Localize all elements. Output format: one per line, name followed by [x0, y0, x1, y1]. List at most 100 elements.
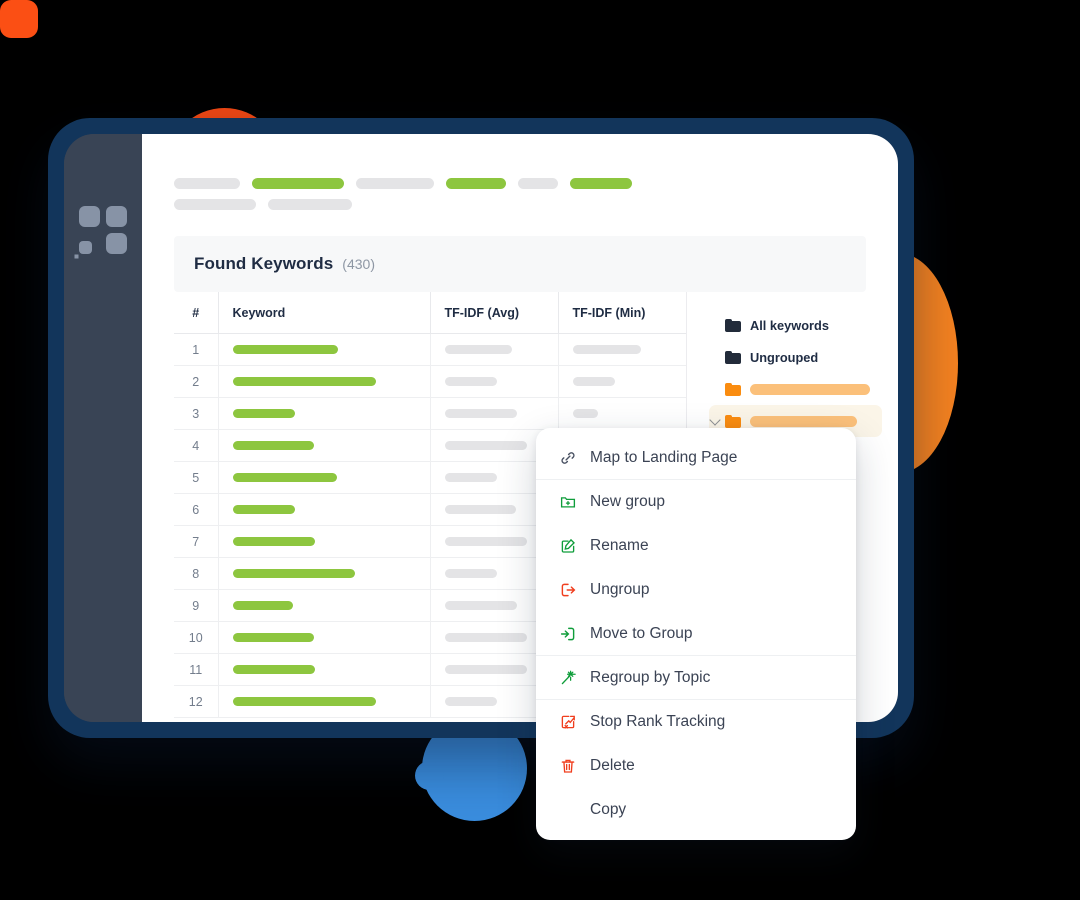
magic-wand-icon — [558, 668, 577, 687]
tfidf-min-cell — [557, 365, 686, 398]
column-header-keyword[interactable]: Keyword — [217, 292, 430, 334]
chart-x-icon — [558, 713, 577, 732]
menu-item-rename[interactable]: Rename — [536, 524, 856, 568]
tfidf-avg-placeholder-bar — [444, 633, 527, 642]
table-row[interactable]: 3 — [174, 397, 686, 430]
tree-item-label: Ungrouped — [750, 349, 819, 365]
menu-item-stop-rank-tracking[interactable]: Stop Rank Tracking — [536, 700, 856, 744]
placeholder-pill — [252, 178, 344, 189]
grid-square-1 — [79, 206, 100, 227]
keyword-placeholder-bar — [232, 409, 295, 418]
tfidf-avg-placeholder-bar — [444, 537, 527, 546]
keyword-placeholder-bar — [232, 505, 295, 514]
tree-item-placeholder-bar — [750, 415, 857, 427]
keyword-placeholder-bar — [232, 569, 355, 578]
tfidf-min-cell — [557, 333, 686, 366]
placeholder-pill — [356, 178, 434, 189]
tree-item-placeholder-bar — [750, 383, 870, 395]
row-number: 6 — [174, 493, 218, 526]
menu-item-label: Map to Landing Page — [590, 448, 738, 466]
menu-item-label: Copy — [590, 801, 627, 818]
keyword-cell[interactable] — [217, 365, 430, 398]
grid-squares-icon[interactable] — [79, 206, 127, 254]
page-title: Found Keywords — [194, 254, 334, 273]
menu-item-label: Regroup by Topic — [590, 668, 711, 686]
toolbar-placeholder-row-2 — [174, 199, 898, 210]
folder-icon — [725, 382, 741, 396]
folder-plus-icon — [558, 493, 577, 512]
keyword-cell[interactable] — [217, 525, 430, 558]
tree-item-ungrouped[interactable]: Ungrouped — [709, 341, 882, 373]
tfidf-avg-placeholder-bar — [444, 601, 517, 610]
placeholder-pill — [570, 178, 632, 189]
table-row[interactable]: 1 — [174, 333, 686, 366]
menu-item-move-to-group[interactable]: Move to Group — [536, 612, 856, 656]
keyword-placeholder-bar — [232, 697, 376, 706]
column-header-number[interactable]: # — [174, 292, 218, 334]
keyword-cell[interactable] — [217, 621, 430, 654]
row-number: 5 — [174, 461, 218, 494]
column-header-tfidf-min[interactable]: TF-IDF (Min) — [557, 292, 686, 334]
menu-item-copy[interactable]: Copy — [536, 788, 856, 832]
blue-circle-small-decoration — [415, 761, 444, 790]
tree-item-group[interactable] — [709, 373, 882, 405]
menu-item-ungroup[interactable]: Ungroup — [536, 568, 856, 612]
keyword-cell[interactable] — [217, 557, 430, 590]
folder-icon — [725, 414, 741, 428]
keyword-cell[interactable] — [217, 429, 430, 462]
card-header: Found Keywords (430) — [174, 236, 866, 292]
tfidf-avg-placeholder-bar — [444, 409, 517, 418]
pencil-square-icon — [558, 537, 577, 556]
menu-item-new-group[interactable]: New group — [536, 480, 856, 524]
keyword-placeholder-bar — [232, 473, 337, 482]
keyword-cell[interactable] — [217, 397, 430, 430]
keyword-cell[interactable] — [217, 461, 430, 494]
menu-item-map-to-landing-page[interactable]: Map to Landing Page — [536, 436, 856, 480]
tfidf-avg-cell — [429, 397, 558, 430]
keyword-cell[interactable] — [217, 333, 430, 366]
tfidf-avg-placeholder-bar — [444, 441, 527, 450]
keyword-placeholder-bar — [232, 601, 293, 610]
keyword-placeholder-bar — [232, 633, 314, 642]
tfidf-avg-placeholder-bar — [444, 569, 497, 578]
column-header-tfidf-avg[interactable]: TF-IDF (Avg) — [429, 292, 558, 334]
keyword-placeholder-bar — [232, 377, 376, 386]
table-row[interactable]: 2 — [174, 365, 686, 398]
table-head: # Keyword TF-IDF (Avg) TF-IDF (Min) — [174, 292, 686, 334]
menu-item-regroup-by-topic[interactable]: Regroup by Topic — [536, 656, 856, 700]
row-number: 3 — [174, 397, 218, 430]
placeholder-pill — [174, 199, 256, 210]
tfidf-avg-cell — [429, 333, 558, 366]
folder-icon — [725, 318, 741, 332]
menu-item-delete[interactable]: Delete — [536, 744, 856, 788]
placeholder-pill — [174, 178, 240, 189]
arrow-out-icon — [558, 581, 577, 600]
link-icon — [558, 448, 577, 467]
keyword-cell[interactable] — [217, 589, 430, 622]
menu-item-label: Move to Group — [590, 624, 693, 642]
row-number: 8 — [174, 557, 218, 590]
keyword-cell[interactable] — [217, 685, 430, 718]
keyword-placeholder-bar — [232, 441, 314, 450]
context-menu[interactable]: Map to Landing Page New group Rename Ungrou… — [536, 428, 856, 840]
tfidf-min-placeholder-bar — [572, 377, 615, 386]
placeholder-pill — [518, 178, 558, 189]
placeholder-pill — [446, 178, 506, 189]
grid-square-4 — [106, 233, 127, 254]
row-number: 7 — [174, 525, 218, 558]
keyword-cell[interactable] — [217, 493, 430, 526]
chevron-down-icon[interactable] — [709, 414, 721, 426]
tfidf-avg-placeholder-bar — [444, 345, 512, 354]
row-number: 10 — [174, 621, 218, 654]
tree-item-label: All keywords — [750, 317, 829, 333]
toolbar-placeholder-block — [142, 134, 898, 210]
keyword-placeholder-bar — [232, 345, 338, 354]
toolbar-placeholder-row-1 — [174, 178, 898, 189]
tree-item-all-keywords[interactable]: All keywords — [709, 309, 882, 341]
orange-rounded-square-decoration — [0, 0, 38, 38]
keyword-placeholder-bar — [232, 537, 315, 546]
menu-item-label: Delete — [590, 757, 635, 774]
keyword-cell[interactable] — [217, 653, 430, 686]
row-number: 11 — [174, 653, 218, 686]
tfidf-avg-placeholder-bar — [444, 473, 497, 482]
